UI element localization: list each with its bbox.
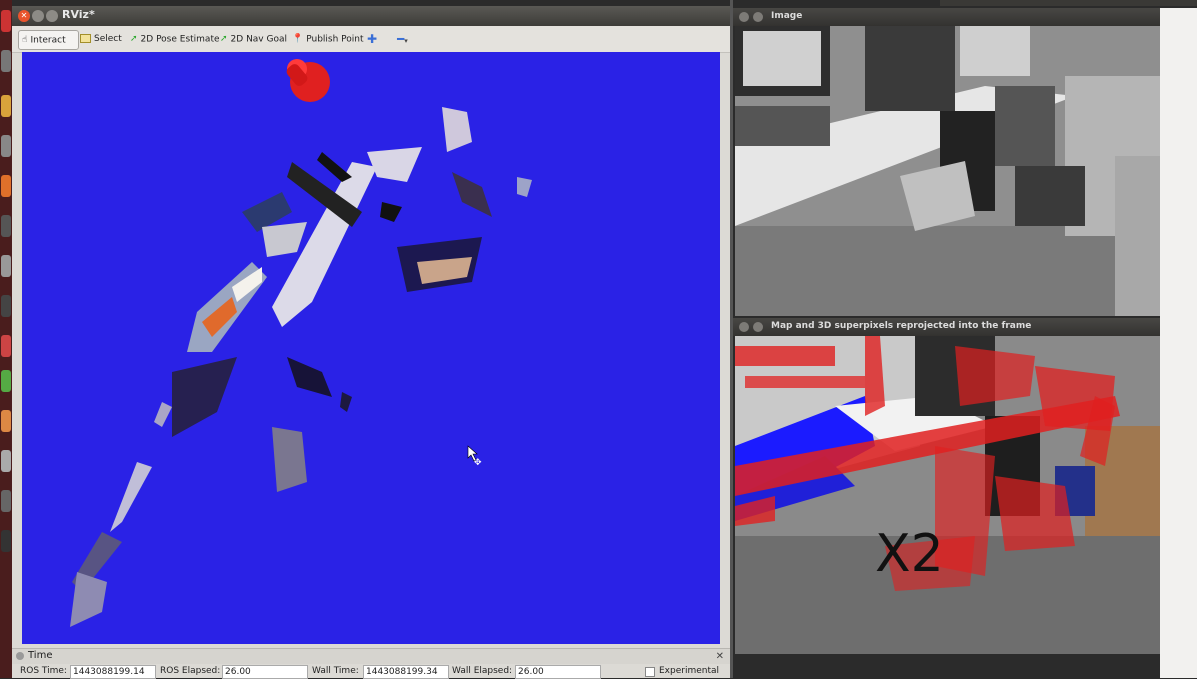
rviz-title-bar[interactable]: ✕ RViz* xyxy=(12,6,730,26)
launcher-app-icon[interactable] xyxy=(1,490,11,512)
map-pin-icon: 📍 xyxy=(292,34,304,44)
close-icon[interactable]: ✕ xyxy=(716,651,724,662)
maximize-icon[interactable] xyxy=(46,10,58,22)
panel-handle-icon[interactable] xyxy=(16,652,24,660)
rviz-window: ✕ RViz* ☝ Interact Select ➚ 2D Pose Estima… xyxy=(12,6,730,679)
close-icon[interactable] xyxy=(739,322,749,332)
launcher-app-icon[interactable] xyxy=(1,50,11,72)
interact-tool-button[interactable]: ☝ Interact xyxy=(18,30,79,50)
launcher-app-icon[interactable] xyxy=(1,10,11,32)
wall-elapsed-label: Wall Elapsed: xyxy=(452,666,513,676)
launcher-app-icon[interactable] xyxy=(1,370,11,392)
experimental-label: Experimental xyxy=(659,666,720,676)
ubuntu-launcher xyxy=(0,0,12,678)
launcher-app-icon[interactable] xyxy=(1,215,11,237)
interact-label: Interact xyxy=(30,35,66,46)
minimize-icon[interactable] xyxy=(753,12,763,22)
rviz-toolbar: ☝ Interact Select ➚ 2D Pose Estimate ➚ 2D N… xyxy=(12,26,730,53)
close-icon[interactable]: ✕ xyxy=(18,10,30,22)
launcher-app-icon[interactable] xyxy=(1,335,11,357)
wall-time-label: Wall Time: xyxy=(312,666,359,676)
publish-point-tool-button[interactable]: 📍 Publish Point xyxy=(292,30,364,48)
launcher-app-icon[interactable] xyxy=(1,450,11,472)
launcher-app-icon[interactable] xyxy=(1,95,11,117)
svg-text:✥: ✥ xyxy=(474,458,482,468)
system-top-bar xyxy=(940,0,1197,6)
remove-tool-icon[interactable]: ━▾ xyxy=(397,30,408,48)
window-divider xyxy=(730,0,733,678)
launcher-app-icon[interactable] xyxy=(1,175,11,197)
mouse-cursor: ✥ xyxy=(467,445,482,468)
time-panel-header: Time ✕ xyxy=(12,648,730,665)
time-panel-fields: ROS Time: 1443088199.14 ROS Elapsed: 26.… xyxy=(12,664,730,679)
nav-goal-tool-button[interactable]: ➚ 2D Nav Goal xyxy=(220,30,287,48)
superpixel-overlay-render: X2 xyxy=(735,336,1160,654)
nav-goal-label: 2D Nav Goal xyxy=(230,34,287,45)
green-arrow-icon: ➚ xyxy=(220,34,228,44)
publish-point-label: Publish Point xyxy=(306,34,364,45)
3d-viewport[interactable]: ✥ xyxy=(22,52,720,644)
wall-time-field[interactable]: 1443088199.34 xyxy=(363,665,449,679)
superpixel-projection-image: X2 xyxy=(735,336,1160,654)
window-title: RViz* xyxy=(62,8,95,21)
pose-estimate-tool-button[interactable]: ➚ 2D Pose Estimate xyxy=(130,30,220,48)
ros-elapsed-label: ROS Elapsed: xyxy=(160,666,221,676)
ros-time-label: ROS Time: xyxy=(20,666,67,676)
publish-point-marker xyxy=(286,59,330,102)
ros-elapsed-field[interactable]: 26.00 xyxy=(222,665,308,679)
hand-icon: ☝ xyxy=(22,35,28,45)
green-arrow-icon: ➚ xyxy=(130,34,138,44)
select-label: Select xyxy=(94,34,122,44)
minimize-icon[interactable] xyxy=(32,10,44,22)
launcher-app-icon[interactable] xyxy=(1,135,11,157)
wall-elapsed-field[interactable]: 26.00 xyxy=(515,665,601,679)
add-tool-icon[interactable]: ✚ xyxy=(367,30,377,48)
camera-image xyxy=(735,26,1160,316)
select-box-icon xyxy=(80,34,91,43)
minimize-icon[interactable] xyxy=(753,322,763,332)
launcher-app-icon[interactable] xyxy=(1,295,11,317)
ros-time-field[interactable]: 1443088199.14 xyxy=(70,665,156,679)
background-window-strip xyxy=(1160,8,1197,678)
image-window-title-bar[interactable]: Image xyxy=(733,8,1160,26)
pose-estimate-label: 2D Pose Estimate xyxy=(140,34,220,45)
speed-overlay-text: X2 xyxy=(875,524,944,584)
close-icon[interactable] xyxy=(739,12,749,22)
launcher-app-icon[interactable] xyxy=(1,410,11,432)
select-tool-button[interactable]: Select xyxy=(80,30,122,48)
point-cloud-render: ✥ xyxy=(70,59,532,627)
image-window-title: Image xyxy=(771,11,803,21)
office-scene-grayscale xyxy=(735,26,1160,316)
projection-window-title: Map and 3D superpixels reprojected into … xyxy=(771,321,1032,331)
launcher-app-icon[interactable] xyxy=(1,255,11,277)
time-panel-title: Time xyxy=(28,650,53,661)
projection-window-title-bar[interactable]: Map and 3D superpixels reprojected into … xyxy=(733,318,1160,336)
point-cloud xyxy=(70,107,532,627)
experimental-checkbox[interactable] xyxy=(645,667,655,677)
launcher-app-icon[interactable] xyxy=(1,530,11,552)
